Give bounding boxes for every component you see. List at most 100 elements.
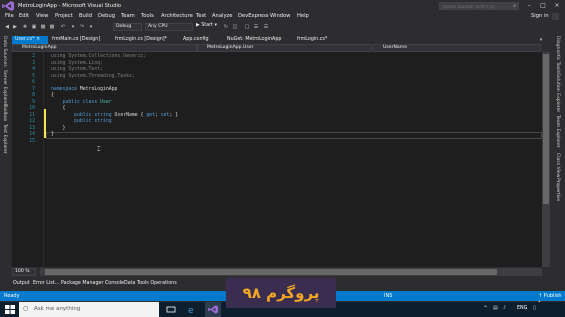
code-editor[interactable] [12, 52, 542, 267]
refresh-icon[interactable]: ↻ [223, 24, 229, 30]
quick-launch-input[interactable] [443, 4, 509, 10]
error-list-tab[interactable]: Error List... [33, 281, 59, 286]
server-explorer-tab[interactable]: Server Explorer [2, 70, 7, 106]
svg-text:e: e [188, 306, 194, 314]
bookmark-icon[interactable]: □ [244, 24, 250, 30]
start-button[interactable]: ▶ Start ▾ [196, 23, 217, 28]
diagnostic-tools-tab[interactable]: Diagnostic Tools [555, 36, 560, 73]
notifications-icon[interactable]: ▯ [533, 305, 536, 311]
code-line[interactable]: { [51, 93, 54, 98]
menu-team[interactable]: Team [121, 13, 135, 19]
doc-tab-frmlogin-cs[interactable]: frmLogin.cs* [294, 36, 344, 44]
forward-icon[interactable]: ▶ [12, 24, 18, 30]
code-token: public string [74, 119, 112, 124]
menu-devexpress[interactable]: DevExpress [238, 13, 269, 19]
code-line[interactable]: public string [51, 119, 112, 124]
minimize-button[interactable]: – [523, 1, 535, 11]
maximize-button[interactable]: □ [537, 1, 549, 11]
new-project-icon[interactable]: ❖ [22, 24, 28, 30]
doc-tab-user-cs[interactable]: User.cs* × [12, 36, 48, 44]
member-select[interactable]: UserName [373, 44, 541, 52]
menu-project[interactable]: Project [55, 13, 73, 19]
sign-in-link[interactable]: Sign in [531, 13, 549, 19]
open-folder-icon[interactable]: ▣ [31, 24, 37, 30]
close-icon[interactable]: × [36, 37, 40, 42]
doc-tab-frmlogin-design[interactable]: frmLogin.cs [Design]* [112, 36, 180, 44]
project-select[interactable]: MetroLoginApp [12, 44, 197, 52]
toolbar-tool-icon[interactable]: ◫ [232, 24, 238, 30]
dropdown-icon[interactable]: ▾ [70, 24, 76, 30]
cortana-search-input[interactable]: Ask me anything [34, 306, 80, 312]
line-number: 14 [29, 132, 35, 137]
code-line[interactable]: } [51, 126, 66, 131]
menu-architecture[interactable]: Architecture [161, 13, 193, 19]
code-line[interactable]: using System.Threading.Tasks; [51, 74, 135, 79]
code-line[interactable]: namespace MetroLoginApp [51, 87, 117, 92]
quick-launch-box[interactable]: ⌕ [439, 2, 519, 10]
menu-window[interactable]: Window [270, 13, 290, 19]
vertical-scroll-thumb[interactable] [543, 54, 549, 204]
zoom-select[interactable]: 100 % [12, 268, 36, 276]
code-line[interactable]: using System.Text; [51, 67, 103, 72]
menu-view[interactable]: View [36, 13, 48, 19]
uncomment-icon[interactable]: ☰ [263, 24, 269, 30]
network-icon[interactable]: ▤ [493, 305, 498, 311]
team-explorer-tab[interactable]: Team Explorer [555, 115, 560, 148]
redo-dropdown-icon[interactable]: ▾ [88, 24, 94, 30]
horizontal-scroll-thumb[interactable] [45, 269, 497, 275]
undo-icon[interactable]: ↶ [60, 24, 66, 30]
microphone-icon: ○ [23, 305, 29, 312]
code-line[interactable]: { [51, 106, 66, 111]
menu-analyze[interactable]: Analyze [212, 13, 232, 19]
doc-tab-frmmain-design[interactable]: frmMain.cs [Design] [49, 36, 111, 44]
menu-tools[interactable]: Tools [141, 13, 154, 19]
class-view-tab[interactable]: Class View [555, 153, 560, 177]
class-select[interactable]: MetroLoginApp.User [197, 44, 372, 52]
edge-browser-icon[interactable]: e [187, 305, 197, 314]
tab-overflow-icon[interactable]: ▾ [538, 37, 544, 43]
solution-explorer-tab[interactable]: Solution Explorer [555, 73, 560, 112]
output-tab[interactable]: Output [13, 281, 30, 286]
visual-studio-taskbar-icon[interactable] [208, 305, 218, 314]
redo-icon[interactable]: ↷ [79, 24, 85, 30]
visual-studio-logo-icon [2, 1, 14, 11]
tray-expand-icon[interactable]: ⌃ [483, 305, 488, 312]
test-explorer-tab[interactable]: Test Explorer [2, 124, 7, 154]
windows-start-icon[interactable] [5, 305, 15, 314]
data-tools-operations-tab[interactable]: Data Tools Operations [124, 281, 177, 286]
task-view-icon[interactable] [166, 305, 176, 314]
save-all-icon[interactable]: ▩ [49, 24, 55, 30]
package-manager-console-tab[interactable]: Package Manager Console [61, 281, 124, 286]
menu-edit[interactable]: Edit [19, 13, 29, 19]
code-line[interactable]: } [51, 132, 54, 137]
save-icon[interactable]: ▩ [40, 24, 46, 30]
back-icon[interactable]: ◀ [4, 24, 10, 30]
comment-icon[interactable]: ☰ [253, 24, 259, 30]
code-line[interactable]: public string UserName { get; set; } [51, 113, 178, 118]
code-line[interactable]: using System.Collections.Generic; [51, 54, 146, 59]
platform-select[interactable]: Any CPU [145, 23, 193, 31]
menu-build[interactable]: Build [79, 13, 92, 19]
menu-debug[interactable]: Debug [98, 13, 115, 19]
search-icon: ⌕ [513, 3, 516, 9]
code-token: ; } [169, 112, 179, 118]
menu-file[interactable]: File [5, 13, 14, 19]
code-token: using System.Threading.Tasks; [51, 73, 135, 79]
toolbox-tab[interactable]: Toolbox [2, 104, 7, 121]
menu-help[interactable]: Help [297, 13, 309, 19]
menu-test[interactable]: Test [196, 13, 206, 19]
volume-icon[interactable]: ♪ [503, 305, 506, 311]
code-token: { [51, 93, 54, 98]
language-indicator[interactable]: ENG [517, 306, 527, 311]
data-sources-tab[interactable]: Data Sources [2, 36, 7, 67]
code-line[interactable]: using System.Linq; [51, 61, 103, 66]
watermark-text: پروگرم ۹۸ [242, 284, 320, 302]
configuration-select[interactable]: Debug [113, 23, 142, 31]
doc-tab-app-config[interactable]: App.config [180, 36, 221, 44]
doc-tab-nuget[interactable]: NuGet: MetroLoginApp [224, 36, 294, 44]
account-icon[interactable] [552, 13, 559, 20]
properties-tab[interactable]: Properties [555, 178, 560, 201]
code-line[interactable]: public class User [51, 100, 112, 105]
close-button[interactable]: × [551, 1, 563, 11]
